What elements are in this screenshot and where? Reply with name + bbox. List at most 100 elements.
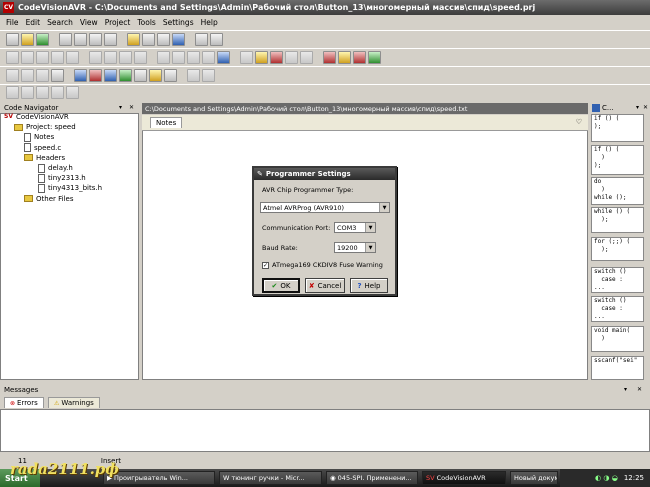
menu-help[interactable]: Help [201, 18, 218, 27]
menu-edit[interactable]: Edit [26, 18, 41, 27]
tab-notes[interactable]: Notes [150, 117, 183, 128]
terminal-icon[interactable] [119, 69, 132, 82]
task-browser[interactable]: ◉ 045-SPI. Применени... [326, 471, 418, 485]
wrap2-icon[interactable] [89, 69, 102, 82]
tree-item-other-files[interactable]: Other Files [4, 194, 102, 204]
chip-icon[interactable] [6, 69, 19, 82]
messages-list[interactable] [0, 409, 650, 452]
port-select[interactable]: COM3 ▼ [334, 222, 376, 233]
toggle-icon[interactable] [187, 69, 200, 82]
project-icon[interactable] [172, 33, 185, 46]
compile-icon[interactable] [255, 51, 268, 64]
print-preview-icon[interactable] [210, 33, 223, 46]
tree-item-tiny4313-bits-h[interactable]: tiny4313_bits.h [4, 183, 102, 194]
chevron-down-icon[interactable]: ▼ [365, 243, 375, 252]
save-all-icon[interactable] [74, 33, 87, 46]
toggle2-icon[interactable] [202, 69, 215, 82]
open-project-icon[interactable] [127, 33, 140, 46]
template-switch-2[interactable]: switch () case : ... [591, 296, 644, 322]
debug-icon[interactable] [300, 51, 313, 64]
new-file-icon[interactable] [6, 33, 19, 46]
editor-icon[interactable] [104, 69, 117, 82]
template-for[interactable]: for (;;) ( ); [591, 237, 644, 261]
tree-item-tiny2313-h[interactable]: tiny2313.h [4, 173, 102, 183]
help-button[interactable]: ? Help [350, 278, 388, 293]
goto-line-icon[interactable] [134, 51, 147, 64]
template-if[interactable]: if () ( ); [591, 114, 644, 142]
redo-icon[interactable] [21, 51, 34, 64]
find-icon[interactable] [89, 51, 102, 64]
close-file-icon[interactable] [89, 33, 102, 46]
paragraph-icon[interactable] [51, 69, 64, 82]
comment-icon[interactable] [187, 51, 200, 64]
close-icon[interactable]: ✕ [128, 104, 135, 111]
programmer-type-select[interactable]: Atmel AVRProg (AVR910) ▼ [260, 202, 390, 213]
tray-icons[interactable]: ◐ ◑ ◒ [595, 474, 618, 482]
tree-item-headers[interactable]: Headers [4, 153, 102, 163]
build-icon[interactable] [270, 51, 283, 64]
menu-project[interactable]: Project [105, 18, 131, 27]
tab-warnings[interactable]: ⚠ Warnings [48, 397, 100, 408]
uncomment-icon[interactable] [202, 51, 215, 64]
web-icon[interactable] [368, 51, 381, 64]
tab-list-icon[interactable]: ♡ [576, 118, 582, 126]
template-switch[interactable]: switch () case : ... [591, 267, 644, 293]
indent-icon[interactable] [157, 51, 170, 64]
tools-icon[interactable] [164, 69, 177, 82]
baud-select[interactable]: 19200 ▼ [334, 242, 376, 253]
find-next-icon[interactable] [119, 51, 132, 64]
close-project-icon[interactable] [157, 33, 170, 46]
save-project-icon[interactable] [142, 33, 155, 46]
nav5-icon[interactable] [66, 86, 79, 99]
cut-icon[interactable] [36, 51, 49, 64]
template-main[interactable]: void main( ) [591, 326, 644, 352]
build-all-icon[interactable] [285, 51, 298, 64]
wizard-icon[interactable] [353, 51, 366, 64]
fuse-warning-row[interactable]: ✓ ATmega169 CKDIV8 Fuse Warning [262, 261, 383, 269]
pin-icon[interactable]: ▾ [634, 104, 641, 111]
close-icon[interactable]: ✕ [636, 386, 643, 393]
tree-item-root[interactable]: SV CodeVisionAVR [4, 112, 102, 122]
programmer-icon[interactable] [323, 51, 336, 64]
window-icon[interactable] [134, 69, 147, 82]
pin-icon[interactable]: ▾ [117, 104, 124, 111]
save-icon[interactable] [59, 33, 72, 46]
check-syntax-icon[interactable] [240, 51, 253, 64]
fuse-warning-checkbox[interactable]: ✓ [262, 261, 269, 269]
bookmark-icon[interactable] [217, 51, 230, 64]
task-word[interactable]: Wтюнинг ручки - Micr... [219, 471, 322, 485]
calendar-icon[interactable] [149, 69, 162, 82]
tree-item-speed-c[interactable]: speed.c [4, 143, 102, 153]
replace-icon[interactable] [104, 51, 117, 64]
chevron-down-icon[interactable]: ▼ [379, 203, 389, 212]
ok-button[interactable]: ✔ OK [262, 278, 300, 293]
cancel-button[interactable]: ✘ Cancel [305, 278, 345, 293]
tree-item-notes[interactable]: Notes [4, 132, 102, 142]
chip3-icon[interactable] [36, 69, 49, 82]
wrap-icon[interactable] [74, 69, 87, 82]
reopen-icon[interactable] [36, 33, 49, 46]
tree-item-delay-h[interactable]: delay.h [4, 163, 102, 173]
chevron-down-icon[interactable]: ▼ [365, 223, 375, 232]
template-sscanf[interactable]: sscanf("sei" [591, 356, 644, 380]
undo-icon[interactable] [6, 51, 19, 64]
close-all-icon[interactable] [104, 33, 117, 46]
template-do-while[interactable]: do ) while (); [591, 177, 644, 205]
pin-icon[interactable]: ▾ [622, 386, 629, 393]
chip2-icon[interactable] [21, 69, 34, 82]
copy-icon[interactable] [51, 51, 64, 64]
unindent-icon[interactable] [172, 51, 185, 64]
open-folder-icon[interactable] [21, 33, 34, 46]
menu-view[interactable]: View [80, 18, 98, 27]
template-while[interactable]: while () ( ); [591, 207, 644, 233]
print-icon[interactable] [195, 33, 208, 46]
template-if-else[interactable]: if () ( ) ); ... [591, 145, 644, 175]
menu-search[interactable]: Search [47, 18, 73, 27]
menu-file[interactable]: File [6, 18, 19, 27]
close-icon[interactable]: ✕ [642, 104, 649, 111]
nav3-icon[interactable] [36, 86, 49, 99]
paste-icon[interactable] [66, 51, 79, 64]
tree-item-project[interactable]: Project: speed [4, 122, 102, 132]
forward-icon[interactable] [21, 86, 34, 99]
nav4-icon[interactable] [51, 86, 64, 99]
